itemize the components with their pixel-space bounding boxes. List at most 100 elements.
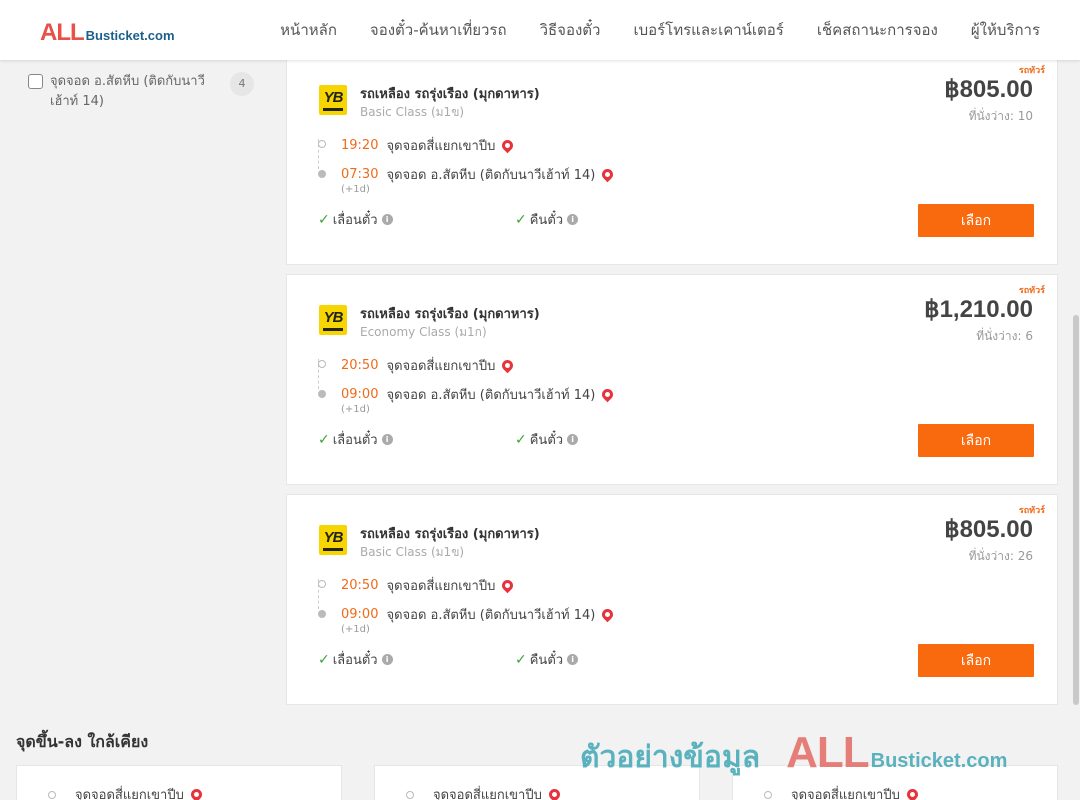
select-trip-button[interactable]: เลือก bbox=[918, 424, 1034, 457]
info-icon[interactable]: i bbox=[567, 654, 579, 665]
nearby-stop: จุดจอดสี่แยกเขาปีบ bbox=[75, 784, 205, 800]
map-pin-icon[interactable] bbox=[500, 577, 516, 594]
watermark-logo-all: ALL bbox=[786, 728, 870, 777]
arrival-place: จุดจอด อ.สัตหีบ (ติดกับนาวีเฮ้าท์ 14) bbox=[386, 608, 596, 623]
nearby-stop-name: จุดจอดสี่แยกเขาปีบ bbox=[791, 788, 900, 800]
nearby-stop-name: จุดจอดสี่แยกเขาปีบ bbox=[433, 788, 542, 800]
watermark-thai-text: ตัวอย่างข้อมูล bbox=[580, 740, 761, 775]
seats-available: ที่นั่งว่าง: 26 bbox=[968, 549, 1033, 563]
refund-ticket-label: คืนตั๋ว bbox=[529, 213, 564, 228]
departure-place: จุดจอดสี่แยกเขาปีบ bbox=[386, 139, 496, 154]
operator-name: รถเหลือง รถรุ่งเรือง (มุกดาหาร) bbox=[360, 527, 540, 542]
nearby-stops-title: จุดขึ้น-ลง ใกล้เคียง bbox=[16, 732, 149, 751]
nav-contact-counters[interactable]: เบอร์โทรและเคาน์เตอร์ bbox=[633, 18, 783, 42]
departure-place: จุดจอดสี่แยกเขาปีบ bbox=[386, 359, 496, 374]
scrollbar-thumb[interactable] bbox=[1073, 315, 1079, 705]
watermark-logo-busticket: Busticket.com bbox=[870, 750, 1008, 772]
trip-card: รถทัวร์ YB รถเหลือง รถรุ่งเรือง (มุกดาหา… bbox=[286, 274, 1058, 485]
change-ticket-policy: ✓ เลื่อนตั๋ว i bbox=[318, 209, 393, 230]
page-scrollbar[interactable] bbox=[1071, 60, 1080, 800]
main-nav: หน้าหลัก จองตั๋ว-ค้นหาเที่ยวรถ วิธีจองตั… bbox=[280, 0, 1040, 60]
departure-time: 19:20 bbox=[341, 138, 379, 153]
next-day-indicator: (+1d) bbox=[341, 404, 370, 415]
map-pin-icon[interactable] bbox=[188, 786, 205, 800]
arrival-time: 07:30 bbox=[341, 167, 379, 182]
map-pin-icon[interactable] bbox=[500, 137, 516, 154]
select-trip-button[interactable]: เลือก bbox=[918, 644, 1034, 677]
filter-label: จุดจอด อ.สัตหีบ (ติดกับนาวีเฮ้าท์ 14) bbox=[50, 74, 205, 109]
departure-dot-icon bbox=[318, 360, 326, 368]
refund-ticket-policy: ✓ คืนตั๋ว i bbox=[515, 209, 579, 230]
change-ticket-policy: ✓ เลื่อนตั๋ว i bbox=[318, 649, 393, 670]
site-logo[interactable]: ALL Busticket.com bbox=[40, 19, 175, 47]
trip-price: ฿805.00 bbox=[944, 516, 1033, 543]
seats-available: ที่นั่งว่าง: 6 bbox=[976, 329, 1033, 343]
arrival-stop: 07:30 จุดจอด อ.สัตหีบ (ติดกับนาวีเฮ้าท์ … bbox=[341, 164, 616, 185]
departure-stop: 19:20 จุดจอดสี่แยกเขาปีบ bbox=[341, 135, 516, 156]
stop-dot-icon bbox=[48, 791, 56, 799]
checkmark-icon: ✓ bbox=[318, 211, 330, 228]
arrival-time: 09:00 bbox=[341, 607, 379, 622]
service-class: Basic Class (ม1ข) bbox=[360, 105, 465, 119]
checkmark-icon: ✓ bbox=[318, 651, 330, 668]
nearby-stop: จุดจอดสี่แยกเขาปีบ bbox=[433, 784, 563, 800]
seats-available: ที่นั่งว่าง: 10 bbox=[968, 109, 1033, 123]
nav-how-to-book[interactable]: วิธีจองตั๋ว bbox=[540, 18, 601, 42]
stop-dot-icon bbox=[406, 791, 414, 799]
operator-name: รถเหลือง รถรุ่งเรือง (มุกดาหาร) bbox=[360, 307, 540, 322]
info-icon[interactable]: i bbox=[381, 654, 393, 665]
refund-ticket-label: คืนตั๋ว bbox=[529, 653, 564, 668]
map-pin-icon[interactable] bbox=[600, 606, 616, 623]
refund-ticket-policy: ✓ คืนตั๋ว i bbox=[515, 649, 579, 670]
map-pin-icon[interactable] bbox=[904, 786, 921, 800]
trip-card: รถทัวร์ YB รถเหลือง รถรุ่งเรือง (มุกดาหา… bbox=[286, 494, 1058, 705]
change-ticket-policy: ✓ เลื่อนตั๋ว i bbox=[318, 429, 393, 450]
info-icon[interactable]: i bbox=[381, 214, 393, 225]
departure-place: จุดจอดสี่แยกเขาปีบ bbox=[386, 579, 496, 594]
logo-all: ALL bbox=[40, 19, 85, 46]
departure-dot-icon bbox=[318, 140, 326, 148]
arrival-stop: 09:00 จุดจอด อ.สัตหีบ (ติดกับนาวีเฮ้าท์ … bbox=[341, 604, 616, 625]
logo-busticket: Busticket.com bbox=[85, 28, 175, 43]
nearby-stop-card[interactable]: จุดจอดสี่แยกเขาปีบ bbox=[16, 765, 342, 800]
info-icon[interactable]: i bbox=[567, 214, 579, 225]
select-trip-button[interactable]: เลือก bbox=[918, 204, 1034, 237]
filter-stop-item[interactable]: จุดจอด อ.สัตหีบ (ติดกับนาวีเฮ้าท์ 14) 4 bbox=[28, 72, 256, 112]
next-day-indicator: (+1d) bbox=[341, 184, 370, 195]
yellow-bus-logo-icon: YB bbox=[319, 85, 347, 115]
next-day-indicator: (+1d) bbox=[341, 624, 370, 635]
checkmark-icon: ✓ bbox=[515, 431, 527, 448]
operator-name: รถเหลือง รถรุ่งเรือง (มุกดาหาร) bbox=[360, 87, 540, 102]
arrival-stop: 09:00 จุดจอด อ.สัตหีบ (ติดกับนาวีเฮ้าท์ … bbox=[341, 384, 616, 405]
arrival-dot-icon bbox=[318, 610, 326, 618]
departure-stop: 20:50 จุดจอดสี่แยกเขาปีบ bbox=[341, 575, 516, 596]
map-pin-icon[interactable] bbox=[546, 786, 563, 800]
service-class: Economy Class (ม1ก) bbox=[360, 325, 487, 339]
site-header: ALL Busticket.com หน้าหลัก จองตั๋ว-ค้นหา… bbox=[0, 0, 1080, 60]
departure-dot-icon bbox=[318, 580, 326, 588]
nearby-stop: จุดจอดสี่แยกเขาปีบ bbox=[791, 784, 921, 800]
map-pin-icon[interactable] bbox=[600, 386, 616, 403]
stop-dot-icon bbox=[764, 791, 772, 799]
nav-operators[interactable]: ผู้ให้บริการ bbox=[971, 18, 1040, 42]
map-pin-icon[interactable] bbox=[500, 357, 516, 374]
departure-stop: 20:50 จุดจอดสี่แยกเขาปีบ bbox=[341, 355, 516, 376]
checkmark-icon: ✓ bbox=[515, 651, 527, 668]
map-pin-icon[interactable] bbox=[600, 166, 616, 183]
change-ticket-label: เลื่อนตั๋ว bbox=[332, 653, 378, 668]
checkmark-icon: ✓ bbox=[515, 211, 527, 228]
nav-book-search[interactable]: จองตั๋ว-ค้นหาเที่ยวรถ bbox=[370, 18, 507, 42]
nav-check-booking[interactable]: เช็คสถานะการจอง bbox=[817, 18, 938, 42]
arrival-place: จุดจอด อ.สัตหีบ (ติดกับนาวีเฮ้าท์ 14) bbox=[386, 168, 596, 183]
checkmark-icon: ✓ bbox=[318, 431, 330, 448]
trip-price: ฿1,210.00 bbox=[924, 296, 1033, 323]
info-icon[interactable]: i bbox=[567, 434, 579, 445]
arrival-place: จุดจอด อ.สัตหีบ (ติดกับนาวีเฮ้าท์ 14) bbox=[386, 388, 596, 403]
departure-time: 20:50 bbox=[341, 578, 379, 593]
trip-list: รถทัวร์ YB รถเหลือง รถรุ่งเรือง (มุกดาหา… bbox=[286, 54, 1058, 714]
info-icon[interactable]: i bbox=[381, 434, 393, 445]
filter-checkbox[interactable] bbox=[28, 74, 43, 89]
nav-home[interactable]: หน้าหลัก bbox=[280, 18, 337, 42]
refund-ticket-label: คืนตั๋ว bbox=[529, 433, 564, 448]
arrival-dot-icon bbox=[318, 390, 326, 398]
